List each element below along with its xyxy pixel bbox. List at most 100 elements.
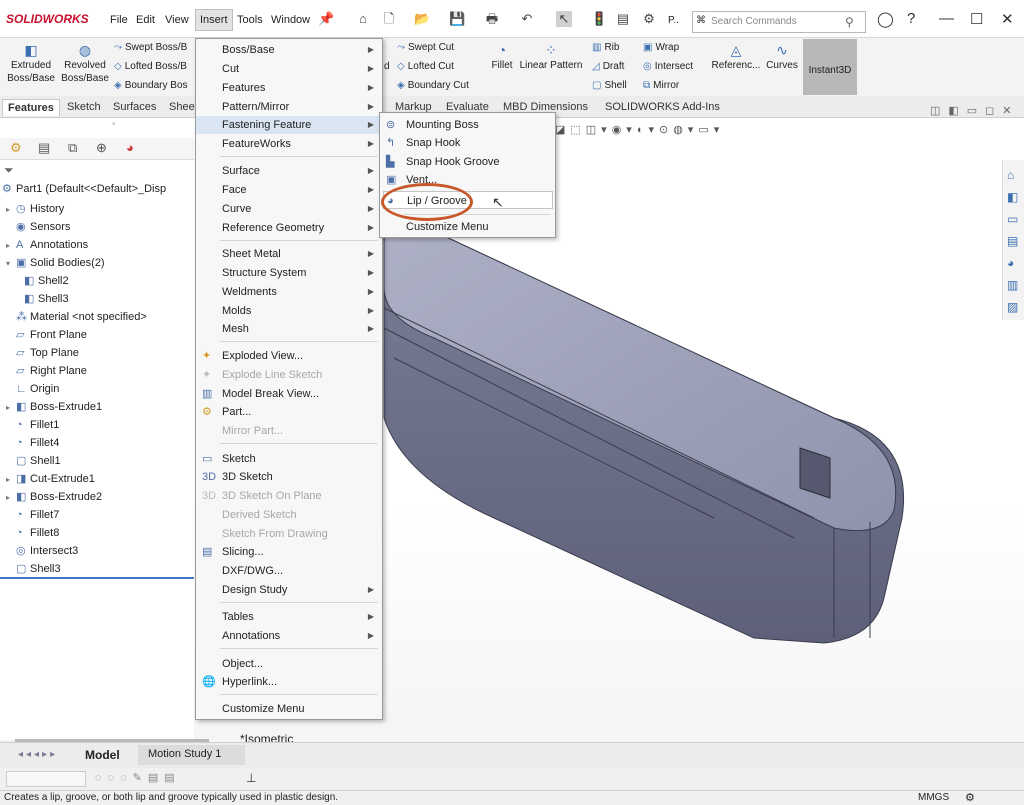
tree-item-shell3[interactable]: ▢ Shell3 <box>6 560 61 578</box>
menu-pattern-mirror[interactable]: Pattern/Mirror ▶ <box>196 98 382 116</box>
tree-item-fillet7[interactable]: ◔ Fillet7 <box>6 506 59 524</box>
menu-featureworks[interactable]: FeatureWorks ▶ <box>196 135 382 153</box>
menu-dxf-dwg[interactable]: DXF/DWG... <box>196 562 382 580</box>
revolved-boss-button[interactable]: ◍ Revolved Boss/Base <box>60 43 110 85</box>
tree-item-part1[interactable]: ⚙ Part1 (Default<<Default>_Disp <box>2 180 166 198</box>
menu-file[interactable]: File <box>110 14 128 26</box>
menu-structure-system[interactable]: Structure System ▶ <box>196 264 382 282</box>
menu-annotations[interactable]: Annotations ▶ <box>196 627 382 645</box>
save-icon[interactable]: 💾 <box>449 11 465 27</box>
menu-customize-menu[interactable]: Customize Menu <box>196 700 382 718</box>
menu-features[interactable]: Features ▶ <box>196 79 382 97</box>
menu-part[interactable]: ⚙ Part... <box>196 403 382 421</box>
shell-button[interactable]: ▢ Shell <box>592 80 627 91</box>
menu-3d-sketch[interactable]: 3D 3D Sketch <box>196 468 382 486</box>
new-document-icon[interactable]: 🗋 <box>381 11 397 27</box>
tree-item-front-plane[interactable]: ▱ Front Plane <box>6 326 87 344</box>
rebuild-icon[interactable]: 🚦 <box>591 11 607 27</box>
extruded-boss-button[interactable]: ◧ Extruded Boss/Base <box>6 43 56 85</box>
viewport-window-controls[interactable]: ◫◧▭◻✕ <box>930 104 1020 117</box>
unit-system[interactable]: MMGS <box>918 792 949 803</box>
options-icon[interactable]: ⚙ <box>641 11 657 27</box>
menu-reference-geometry[interactable]: Reference Geometry ▶ <box>196 219 382 237</box>
lofted-cut-button[interactable]: ◇ Lofted Cut <box>397 61 454 72</box>
tree-item-boss-extrude2[interactable]: ▸ ◧ Boss-Extrude2 <box>6 488 102 506</box>
menu-snap-hook[interactable]: ↰ Snap Hook <box>380 134 555 152</box>
tree-item-shell3-body[interactable]: ◧ Shell3 <box>24 290 69 308</box>
boundary-cut-button[interactable]: ◈ Boundary Cut <box>397 80 469 91</box>
menu-surface[interactable]: Surface ▶ <box>196 162 382 180</box>
menu-window[interactable]: Window <box>271 14 310 26</box>
reference-geometry-button[interactable]: ◬ Referenc... <box>710 43 762 72</box>
maximize-icon[interactable]: ☐ <box>970 10 983 28</box>
tree-item-origin[interactable]: ∟ Origin <box>6 380 59 398</box>
menu-sketch[interactable]: ▭ Sketch <box>196 450 382 468</box>
menu-sheet-metal[interactable]: Sheet Metal ▶ <box>196 245 382 263</box>
tab-surfaces[interactable]: Surfaces <box>108 99 161 115</box>
menu-exploded-view[interactable]: ✦ Exploded View... <box>196 347 382 365</box>
menu-object[interactable]: Object... <box>196 655 382 673</box>
intersect-button[interactable]: ◎ Intersect <box>643 61 693 72</box>
bottom-tool-icons[interactable]: ◌◌◌✎▤▤ <box>95 771 181 784</box>
property-manager-tab-icon[interactable]: ▤ <box>38 140 50 156</box>
dimxpert-tab-icon[interactable]: ⊕ <box>96 140 107 156</box>
wrap-button[interactable]: ▣ Wrap <box>643 42 679 53</box>
search-commands-field[interactable]: ⌘ Search Commands ⚲ <box>692 11 866 33</box>
tab-motion-study[interactable]: Motion Study 1 <box>138 745 245 765</box>
select-icon[interactable]: ↖ <box>556 11 572 27</box>
swept-boss-button[interactable]: ⤳ Swept Boss/B <box>114 42 187 53</box>
draft-button[interactable]: ◿ Draft <box>592 61 624 72</box>
panel-scrollbar[interactable] <box>15 739 209 742</box>
tab-model[interactable]: Model <box>85 748 120 762</box>
menu-fastening-feature[interactable]: Fastening Feature ▶ <box>196 116 382 134</box>
open-icon[interactable]: 📂 <box>414 11 430 27</box>
menu-view[interactable]: View <box>165 14 189 26</box>
home-icon[interactable]: ⌂ <box>355 11 371 27</box>
menu-slicing[interactable]: ▤ Slicing... <box>196 543 382 561</box>
menu-mounting-boss[interactable]: ⊜ Mounting Boss <box>380 116 555 134</box>
user-icon[interactable]: ◯ <box>877 10 894 28</box>
pin-icon[interactable]: 📌 <box>318 11 334 27</box>
feature-tree-tab-icon[interactable]: ⚙ <box>10 140 22 156</box>
menu-cut[interactable]: Cut ▶ <box>196 60 382 78</box>
tree-item-fillet1[interactable]: ◔ Fillet1 <box>6 416 59 434</box>
mirror-button[interactable]: ⧉ Mirror <box>643 80 679 91</box>
panel-splitter-dot[interactable]: ° <box>112 121 116 131</box>
menu-tools[interactable]: Tools <box>237 14 263 26</box>
menu-customize-menu-sub[interactable]: Customize Menu <box>380 218 555 236</box>
boundary-boss-button[interactable]: ◈ Boundary Bos <box>114 80 188 91</box>
curves-button[interactable]: ∿ Curves <box>764 43 800 72</box>
menu-tables[interactable]: Tables ▶ <box>196 608 382 626</box>
tree-item-top-plane[interactable]: ▱ Top Plane <box>6 344 79 362</box>
menu-boss-base[interactable]: Boss/Base ▶ <box>196 41 382 59</box>
tree-item-history[interactable]: ▸ ◷ History <box>6 200 64 218</box>
tree-item-boss-extrude1[interactable]: ▸ ◧ Boss-Extrude1 <box>6 398 102 416</box>
tree-item-annotations[interactable]: ▸ A Annotations <box>6 236 88 254</box>
tree-item-shell1[interactable]: ▢ Shell1 <box>6 452 61 470</box>
menu-hyperlink[interactable]: 🌐 Hyperlink... <box>196 673 382 691</box>
undo-icon[interactable]: ↶ <box>519 11 535 27</box>
tree-item-material[interactable]: ⁂ Material <not specified> <box>6 308 147 326</box>
menu-model-break-view[interactable]: ▥ Model Break View... <box>196 385 382 403</box>
tree-item-fillet4[interactable]: ◔ Fillet4 <box>6 434 59 452</box>
tab-sketch[interactable]: Sketch <box>62 99 106 115</box>
fillet-button[interactable]: ◔ Fillet <box>488 43 516 72</box>
menu-design-study[interactable]: Design Study ▶ <box>196 581 382 599</box>
tree-item-right-plane[interactable]: ▱ Right Plane <box>6 362 87 380</box>
tab-scroll-arrows[interactable]: ◂◂◂▸▸ <box>18 749 58 760</box>
menu-face[interactable]: Face ▶ <box>196 181 382 199</box>
task-pane-icons[interactable]: ⌂ ◧ ▭ ▤ ◕ ▥ ▨ <box>1007 164 1018 318</box>
linear-pattern-button[interactable]: ⁘ Linear Pattern <box>518 43 584 72</box>
display-manager-tab-icon[interactable]: ◕ <box>126 140 134 155</box>
menu-insert[interactable]: Insert <box>195 9 233 31</box>
tree-item-fillet8[interactable]: ◔ Fillet8 <box>6 524 59 542</box>
rollback-bar[interactable] <box>0 577 194 579</box>
search-icon[interactable]: ⚲ <box>845 15 854 29</box>
layer-dropdown[interactable] <box>6 771 86 787</box>
tree-item-solid-bodies[interactable]: ▾ ▣ Solid Bodies(2) <box>6 254 105 272</box>
status-icon[interactable]: ⚙ <box>965 791 975 804</box>
lofted-boss-button[interactable]: ◇ Lofted Boss/B <box>114 61 187 72</box>
menu-molds[interactable]: Molds ▶ <box>196 302 382 320</box>
tab-add-ins[interactable]: SOLIDWORKS Add-Ins <box>600 99 725 115</box>
instant3d-button[interactable]: Instant3D <box>803 39 857 95</box>
